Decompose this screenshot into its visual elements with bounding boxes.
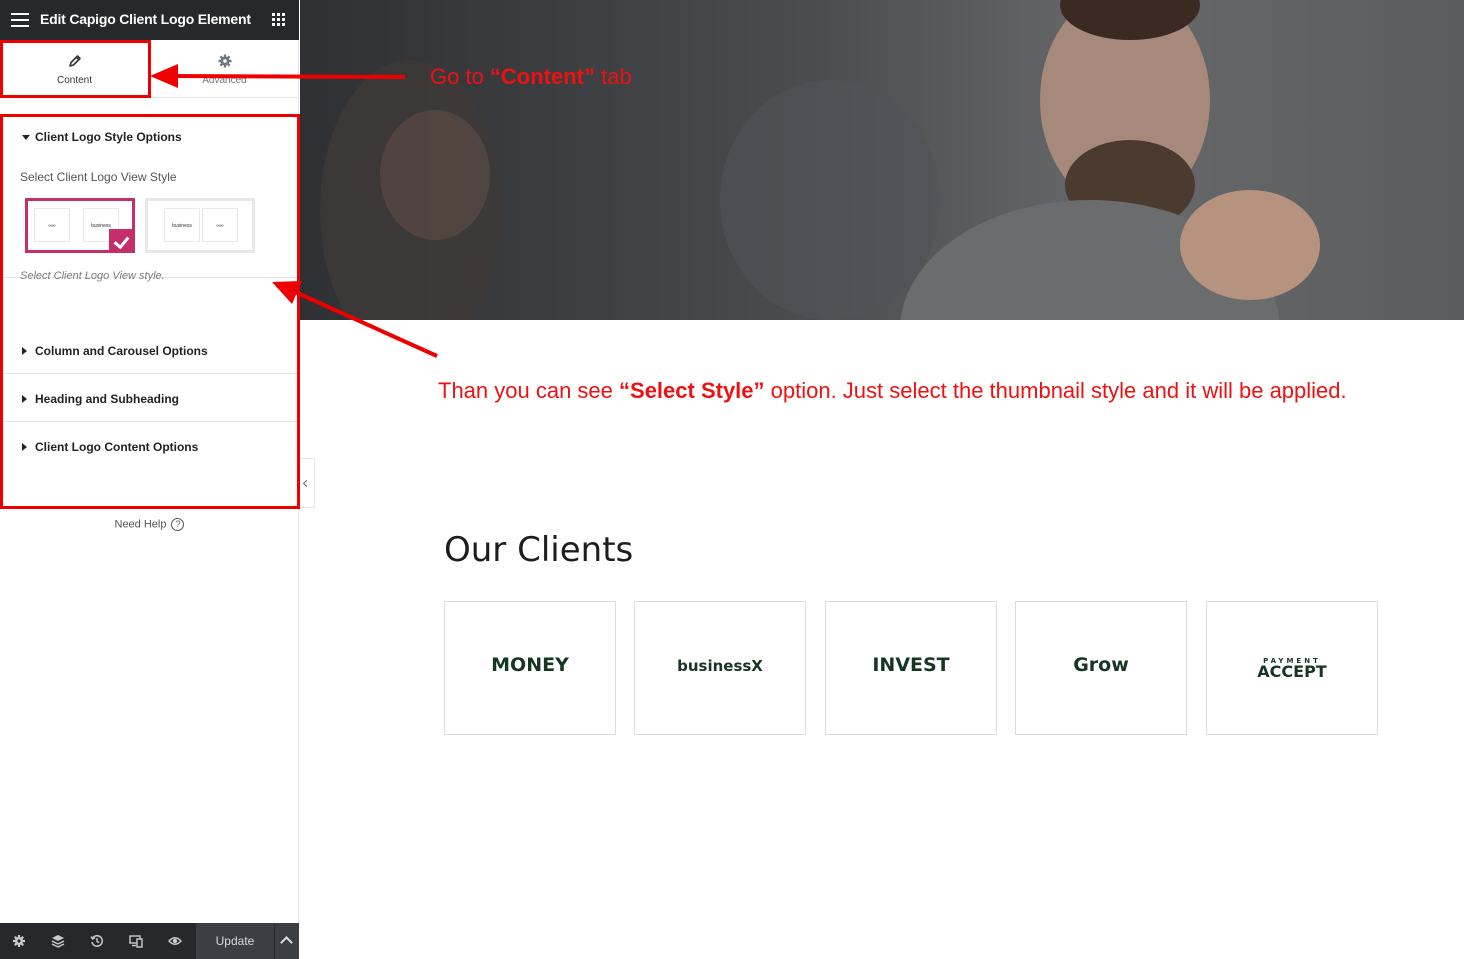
annotation-select-style: Than you can see “Select Style” option. … [438, 378, 1347, 404]
clients-heading: Our Clients [444, 530, 634, 570]
settings-button[interactable] [0, 923, 38, 959]
preview-eye-icon [168, 937, 182, 945]
settings-icon [13, 935, 25, 947]
update-options-chevron-up-icon[interactable] [275, 923, 299, 959]
tab-advanced-label: Advanced [202, 75, 247, 86]
logo-text: Grow [1073, 654, 1129, 676]
annotation-text: tab [595, 64, 632, 89]
panel-header: Edit Capigo Client Logo Element [0, 0, 299, 40]
annotation-bold-text: “Content” [489, 64, 596, 89]
responsive-mode-button[interactable] [117, 923, 155, 959]
logo-text: INVEST [872, 654, 950, 676]
widgets-grid-icon[interactable] [272, 13, 286, 27]
question-circle-icon: ? [171, 518, 185, 531]
client-logo-money[interactable]: MONEY [444, 601, 616, 735]
annotation-text: Go to [430, 64, 490, 89]
content-tab-highlight [0, 40, 151, 98]
update-button[interactable]: Update [196, 923, 274, 959]
annotation-bold-text: “Select Style” [619, 378, 765, 403]
panel-title: Edit Capigo Client Logo Element [40, 11, 251, 27]
history-button[interactable] [78, 923, 116, 959]
collapse-panel-chevron-left-icon[interactable] [299, 458, 315, 508]
client-logo-grow[interactable]: Grow [1015, 601, 1187, 735]
responsive-icon [129, 935, 143, 948]
logo-text: ACCEPT [1257, 662, 1327, 681]
annotation-text: Than you can see [438, 378, 620, 403]
layers-icon [51, 935, 65, 948]
history-icon [90, 935, 103, 947]
tab-advanced[interactable]: Advanced [150, 40, 299, 97]
style-options-highlight [0, 114, 300, 509]
navigator-button[interactable] [39, 923, 77, 959]
hero-photo [300, 0, 1464, 320]
logo-text: MONEY [491, 654, 569, 676]
client-logo-invest[interactable]: INVEST [825, 601, 997, 735]
gear-icon [218, 54, 231, 68]
preview-button[interactable] [156, 923, 194, 959]
panel-footer: Update [0, 923, 299, 959]
annotation-content-tab: Go to “Content” tab [430, 64, 632, 90]
client-logo-accept[interactable]: PAYMENT ACCEPT [1206, 601, 1378, 735]
need-help-link[interactable]: Need Help? [0, 518, 299, 531]
client-logo-businessx[interactable]: businessX [634, 601, 806, 735]
hamburger-menu-icon[interactable] [11, 13, 29, 27]
need-help-label: Need Help [114, 518, 167, 531]
annotation-text: option. Just select the thumbnail style … [764, 378, 1347, 403]
logo-text: businessX [677, 657, 763, 675]
